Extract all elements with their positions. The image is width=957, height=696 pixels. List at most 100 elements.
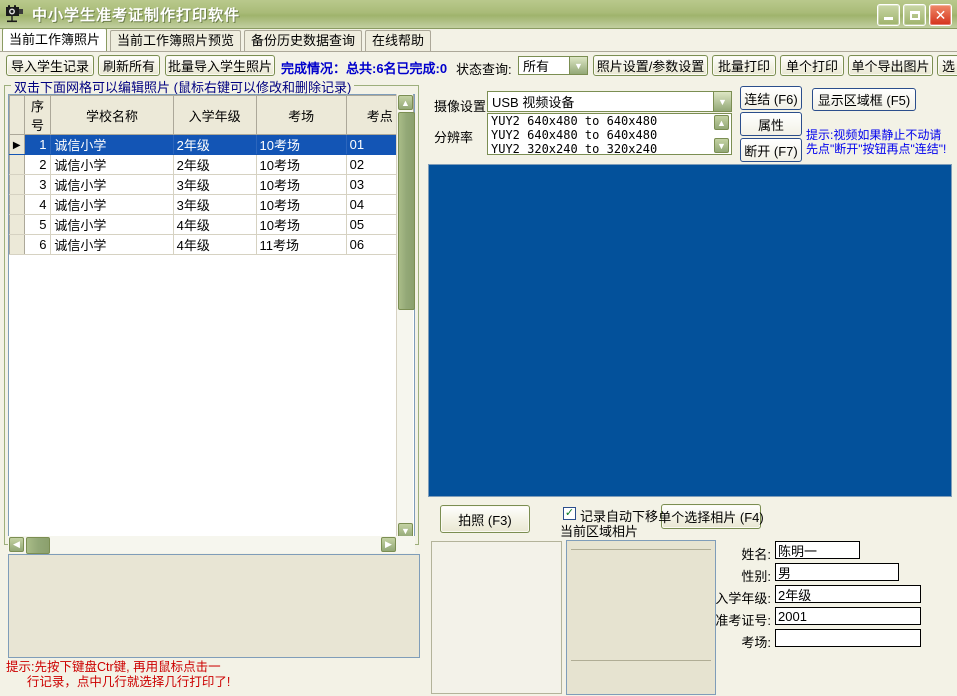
maximize-icon [909,10,920,20]
resolution-option[interactable]: YUY2 640x480 to 640x480 [488,128,731,142]
maximize-button[interactable] [903,4,926,26]
scroll-up-button[interactable]: ▲ [714,115,729,130]
cell-index: 6 [24,234,52,255]
resolution-option[interactable]: YUY2 320x240 to 320x240 [488,142,731,154]
ctrl-select-hint: 提示:先按下键盘Ctr键, 再用鼠标点击一 行记录，点中几行就选择几行打印了! [6,660,231,689]
scroll-right-button[interactable]: ▶ [381,537,396,552]
scroll-thumb-horizontal[interactable] [26,537,50,554]
resolution-option[interactable]: YUY2 640x480 to 640x480 [488,114,731,128]
scroll-left-button[interactable]: ◀ [9,537,24,552]
tab-backup-history-query[interactable]: 备份历史数据查询 [244,30,363,51]
cell-exam-room: 11考场 [256,234,347,255]
single-export-image-button[interactable]: 单个导出图片 [848,55,933,76]
column-header-school[interactable]: 学校名称 [50,95,174,135]
tab-bar: 当前工作簿照片 当前工作簿照片预览 备份历史数据查询 在线帮助 [0,28,957,52]
minimize-button[interactable] [877,4,900,26]
select-single-photo-button[interactable]: 单个选择相片 (F4) [658,504,764,529]
cell-index: 5 [24,214,52,235]
table-body: ▶ 1 诚信小学 2年级 10考场 01 2 诚信小学 2年级 10考场 02 [9,134,414,255]
scroll-up-button[interactable]: ▲ [398,95,413,110]
close-icon: ✕ [934,7,947,23]
enrollment-grade-field[interactable]: 2年级 [775,585,921,603]
cell-index: 3 [24,174,52,195]
cell-school: 诚信小学 [50,234,174,255]
tab-online-help[interactable]: 在线帮助 [365,30,432,51]
chevron-down-icon[interactable]: ▼ [569,57,587,74]
camera-device-label: 摄像设置 [434,99,487,114]
table-row[interactable]: 4 诚信小学 3年级 10考场 04 [9,194,414,215]
row-marker-header [9,95,25,135]
auto-advance-checkbox[interactable]: ✓ [563,507,576,520]
cell-grade: 2年级 [173,134,257,155]
show-region-frame-button[interactable]: 显示区域框 (F5) [812,88,916,111]
toolbar: 导入学生记录 刷新所有 批量导入学生照片 完成情况：总共:6名已完成:0 状态查… [0,53,957,79]
row-marker [9,214,25,235]
row-marker [9,194,25,215]
cell-grade: 3年级 [173,174,257,195]
column-header-grade[interactable]: 入学年级 [173,95,257,135]
exam-room-field[interactable] [775,629,921,647]
row-marker [9,174,25,195]
cell-grade: 2年级 [173,154,257,175]
connect-button[interactable]: 连结 (F6) [740,86,802,110]
camera-icon [4,3,26,25]
tab-current-workbook-preview[interactable]: 当前工作簿照片预览 [110,30,242,51]
refresh-all-button[interactable]: 刷新所有 [98,55,160,76]
batch-import-photos-button[interactable]: 批量导入学生照片 [165,55,275,76]
take-photo-button[interactable]: 拍照 (F3) [440,505,530,533]
status-query-label: 状态查询: [456,62,512,77]
video-preview[interactable] [428,164,952,497]
title-bar: 中小学生准考证制作打印软件 ✕ [0,0,957,29]
auto-advance-label-line2: 当前区域相片 [560,524,639,539]
batch-print-button[interactable]: 批量打印 [712,55,776,76]
cell-exam-room: 10考场 [256,214,347,235]
camera-device-dropdown[interactable]: USB 视频设备 ▼ [487,91,732,112]
grid-horizontal-scrollbar[interactable]: ◀ ▶ [8,536,415,554]
cell-school: 诚信小学 [50,154,174,175]
column-header-index[interactable]: 序号 [24,95,52,135]
student-table: 序号 学校名称 入学年级 考场 考点 ▶ 1 诚信小学 2年级 10考场 01 [9,95,414,255]
cell-index: 2 [24,154,52,175]
table-row[interactable]: 2 诚信小学 2年级 10考场 02 [9,154,414,175]
field-label-name: 姓名: [741,547,771,562]
gender-field[interactable]: 男 [775,563,899,581]
status-query-dropdown[interactable]: 所有 ▼ [518,56,588,75]
single-print-button[interactable]: 单个打印 [780,55,844,76]
resolution-scrollbar[interactable]: ▲ ▼ [713,114,731,154]
student-grid[interactable]: 序号 学校名称 入学年级 考场 考点 ▶ 1 诚信小学 2年级 10考场 01 [8,94,415,539]
properties-button[interactable]: 属性 [740,112,802,136]
video-tip-line2: 先点"断开"按钮再点"连结"! [806,142,947,156]
close-button[interactable]: ✕ [929,4,952,26]
cell-exam-room: 10考场 [256,134,347,155]
import-student-records-button[interactable]: 导入学生记录 [6,55,94,76]
current-photo-box[interactable] [566,540,716,695]
table-row[interactable]: ▶ 1 诚信小学 2年级 10考场 01 [9,134,414,155]
cell-exam-room: 10考场 [256,154,347,175]
cell-index: 4 [24,194,52,215]
scroll-down-button[interactable]: ▼ [714,138,729,153]
disconnect-button[interactable]: 断开 (F7) [740,138,802,162]
tab-current-workbook-photos[interactable]: 当前工作簿照片 [2,28,108,51]
chevron-down-icon[interactable]: ▼ [713,92,731,111]
table-row[interactable]: 5 诚信小学 4年级 10考场 05 [9,214,414,235]
app-window: 中小学生准考证制作打印软件 ✕ 当前工作簿照片 当前工作簿照片预览 备份历史数据… [0,0,957,696]
resolution-listbox[interactable]: YUY2 640x480 to 640x480 YUY2 640x480 to … [487,113,732,155]
row-marker [9,234,25,255]
grid-vertical-scrollbar[interactable]: ▲ ▼ [396,94,415,539]
cell-school: 诚信小学 [50,134,174,155]
table-row[interactable]: 3 诚信小学 3年级 10考场 03 [9,174,414,195]
row-marker: ▶ [9,134,25,155]
column-header-exam-room[interactable]: 考场 [256,95,347,135]
field-label-grade: 入学年级: [715,591,771,606]
field-label-exam-room: 考场: [741,635,771,650]
name-field[interactable]: 陈明一 [775,541,860,559]
lower-left-pane [8,554,420,658]
photo-settings-button[interactable]: 照片设置/参数设置 [593,55,708,76]
table-row[interactable]: 6 诚信小学 4年级 11考场 06 [9,234,414,255]
exam-number-field[interactable]: 2001 [775,607,921,625]
scroll-thumb-vertical[interactable] [398,112,415,310]
cell-grade: 4年级 [173,214,257,235]
select-button[interactable]: 选 [937,55,957,76]
cell-school: 诚信小学 [50,214,174,235]
row-marker [9,154,25,175]
